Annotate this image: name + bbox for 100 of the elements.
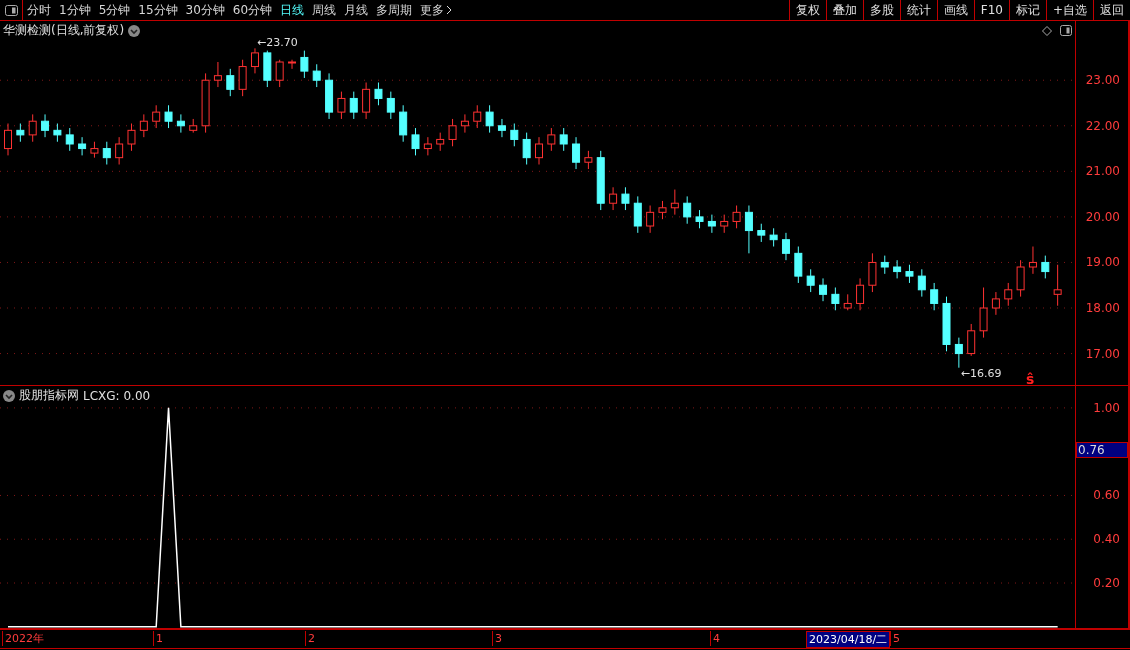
panel-toggle-icon[interactable] — [4, 4, 18, 16]
candlestick — [485, 104, 494, 134]
candlestick — [337, 91, 346, 120]
period-tab[interactable]: 1分钟 — [55, 0, 95, 20]
candlestick — [374, 82, 383, 106]
candlestick — [300, 50, 309, 79]
toolbar-button[interactable]: 画线 — [936, 0, 974, 20]
candlestick — [880, 255, 889, 275]
candlestick — [559, 127, 568, 152]
candlestick — [213, 61, 222, 88]
candlestick — [670, 189, 679, 216]
candlestick — [28, 113, 37, 143]
candlestick — [1004, 282, 1013, 307]
candlestick — [609, 186, 618, 211]
period-tab[interactable]: 15分钟 — [134, 0, 182, 20]
candlestick — [275, 59, 284, 88]
candlestick — [917, 268, 926, 298]
chevron-down-icon[interactable] — [128, 24, 141, 37]
more-menu[interactable]: 更多 — [416, 0, 457, 20]
period-tab[interactable]: 30分钟 — [181, 0, 229, 20]
chevron-right-icon — [446, 5, 453, 15]
candlestick — [707, 214, 716, 234]
indicator-tick: 1.00 — [1093, 400, 1120, 415]
candlestick — [65, 127, 74, 152]
candlestick — [238, 59, 247, 97]
candlestick — [362, 82, 371, 120]
date-label: 2022年 — [2, 631, 46, 646]
date-label: 1 — [153, 631, 165, 646]
indicator-tick: 0.60 — [1093, 488, 1120, 503]
toolbar-button[interactable]: 返回 — [1093, 0, 1130, 20]
candlestick — [769, 227, 778, 248]
candlestick — [102, 141, 111, 165]
candlestick — [584, 150, 593, 170]
candlestick — [473, 104, 482, 129]
candlestick — [621, 186, 630, 211]
period-tab[interactable]: 分时 — [23, 0, 55, 20]
candlestick — [658, 200, 667, 220]
candlestick — [399, 104, 408, 143]
indicator-reading: LCXG: 0.00 — [83, 388, 151, 403]
candlestick — [819, 277, 828, 302]
period-tab[interactable]: 周线 — [308, 0, 341, 20]
candlestick — [757, 223, 766, 243]
candlestick — [1053, 264, 1062, 307]
candlestick — [226, 68, 235, 97]
price-tick: 22.00 — [1085, 118, 1120, 133]
chevron-down-icon[interactable] — [3, 389, 15, 402]
candlestick — [386, 91, 395, 120]
price-tick: 18.00 — [1085, 301, 1120, 315]
period-tab[interactable]: 多周期 — [372, 0, 417, 20]
candlestick — [510, 123, 519, 147]
candlestick — [979, 287, 988, 339]
candlestick — [1016, 259, 1025, 298]
date-label: 2023/04/18/二 — [806, 631, 891, 648]
signal-mark: ŝ — [1026, 371, 1035, 385]
price-tick: 19.00 — [1085, 255, 1120, 270]
candlestick — [152, 104, 161, 129]
candlestick — [436, 132, 445, 152]
indicator-tick: 0.40 — [1093, 532, 1120, 547]
period-tab[interactable]: 5分钟 — [94, 0, 135, 20]
period-tab[interactable]: 日线 — [276, 0, 309, 20]
candlestick — [695, 209, 704, 229]
candlestick — [411, 127, 420, 156]
candlestick — [547, 127, 556, 152]
toolbar-button[interactable]: 复权 — [788, 0, 826, 20]
candlestick — [349, 91, 358, 120]
price-tick: 21.00 — [1085, 164, 1120, 179]
candlestick — [127, 123, 136, 152]
candlestick — [744, 205, 753, 254]
period-tab[interactable]: 月线 — [340, 0, 373, 20]
diamond-icon[interactable] — [1042, 26, 1052, 36]
candlestick — [732, 205, 741, 229]
toolbar-button[interactable]: 叠加 — [825, 0, 863, 20]
candlestick — [16, 123, 25, 143]
candlestick — [250, 47, 259, 74]
toolbar-button[interactable]: 标记 — [1008, 0, 1046, 20]
candlestick — [535, 136, 543, 165]
candlestick — [53, 123, 62, 143]
price-tick: 23.00 — [1085, 73, 1120, 88]
candlestick — [967, 323, 976, 357]
candlestick — [448, 118, 457, 147]
candlestick — [991, 291, 1000, 316]
indicator-tick: 0.20 — [1093, 576, 1120, 590]
toolbar-button[interactable]: 统计 — [899, 0, 937, 20]
panel-toggle-icon[interactable] — [1060, 25, 1072, 36]
toolbar-button[interactable]: 多股 — [862, 0, 900, 20]
toolbar-button[interactable]: F10 — [973, 0, 1009, 20]
period-tab[interactable]: 60分钟 — [228, 0, 277, 20]
candlestick — [930, 282, 939, 311]
chart-title: 华测检测(日线,前复权) — [3, 22, 125, 39]
date-label: 5 — [890, 631, 902, 646]
candlestick — [423, 136, 432, 156]
date-label: 2 — [305, 631, 317, 646]
candlestick — [954, 337, 963, 369]
low-price-label: ←16.69 — [960, 366, 1002, 380]
candlestick — [115, 136, 124, 165]
candlestick — [41, 113, 50, 138]
candlestick — [164, 104, 173, 129]
candlestick — [794, 246, 803, 284]
price-tick: 20.00 — [1085, 209, 1120, 224]
toolbar-button[interactable]: +自选 — [1045, 0, 1093, 20]
